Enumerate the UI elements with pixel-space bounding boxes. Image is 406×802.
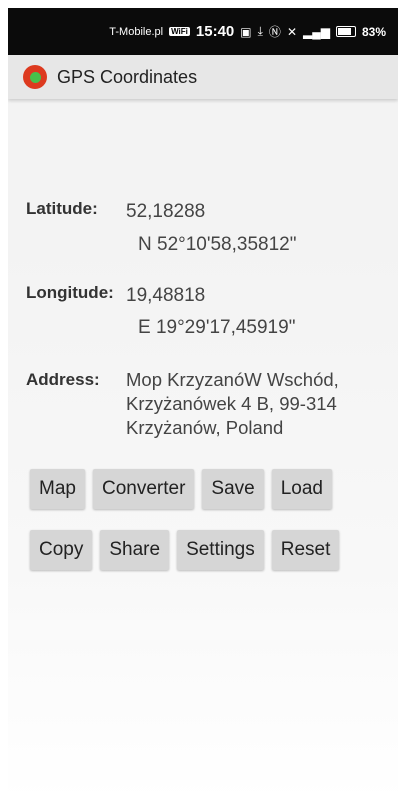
latitude-row: Latitude: 52,18288 [26, 199, 205, 224]
download-icon: ⤓ [257, 24, 263, 38]
app-bar: GPS Coordinates [8, 55, 398, 99]
address-line: Krzyżanówek 4 B, 99-314 [126, 393, 337, 414]
longitude-label: Longitude: [26, 283, 114, 302]
location-pin-icon [23, 65, 47, 89]
nfc-icon: Ⓝ [268, 25, 281, 39]
share-button[interactable]: Share [100, 530, 170, 570]
longitude-row: Longitude: 19,48818 [26, 283, 205, 308]
app-title: GPS Coordinates [57, 66, 198, 87]
battery-percent: 83% [361, 24, 386, 39]
button-row-1: Map Converter Save Load [30, 469, 332, 509]
mute-icon: ✕ [286, 24, 297, 39]
signal-icon: ▂▄▆ [303, 24, 330, 39]
address-value: Mop KrzyzanóW Wschód, Krzyżanówek 4 B, 9… [126, 368, 376, 440]
save-button[interactable]: Save [202, 469, 264, 509]
settings-button[interactable]: Settings [177, 530, 264, 570]
reset-button[interactable]: Reset [271, 530, 340, 570]
longitude-decimal: 19,48818 [126, 285, 206, 306]
wifi-badge: WiFi [169, 27, 190, 36]
latitude-label: Latitude: [26, 199, 98, 218]
clock: 15:40 [195, 23, 235, 40]
load-button[interactable]: Load [271, 469, 332, 509]
status-bar: T-Mobile.pl WiFi 15:40 ▣ ⤓ Ⓝ ✕ ▂▄▆ 83% [8, 8, 398, 55]
carrier-name: T-Mobile.pl [109, 25, 164, 38]
map-button[interactable]: Map [30, 469, 85, 509]
latitude-decimal: 52,18288 [126, 201, 206, 222]
latitude-dms: N 52°10'58,35812" [138, 234, 297, 255]
button-row-2: Copy Share Settings Reset [30, 530, 340, 570]
address-label: Address: [26, 370, 100, 389]
battery-icon [335, 26, 356, 37]
address-line: Krzyżanów, Poland [126, 417, 284, 438]
message-icon: ▣ [240, 24, 252, 39]
address-row: Address: Mop KrzyzanóW Wschód, Krzyżanów… [26, 368, 376, 440]
address-line: Mop KrzyzanóW Wschód, [126, 369, 339, 390]
phone-screen: T-Mobile.pl WiFi 15:40 ▣ ⤓ Ⓝ ✕ ▂▄▆ 83% G… [8, 8, 398, 802]
converter-button[interactable]: Converter [92, 469, 195, 509]
copy-button[interactable]: Copy [30, 530, 93, 570]
longitude-dms: E 19°29'17,45919" [138, 317, 296, 338]
